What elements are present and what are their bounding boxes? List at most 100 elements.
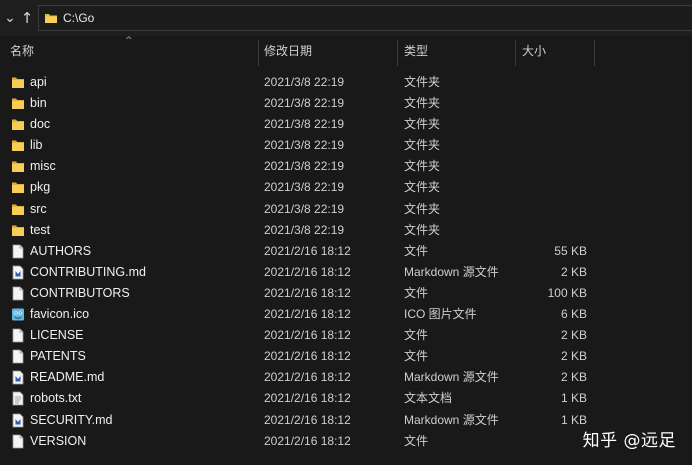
watermark: 知乎 @远足 [582, 431, 676, 451]
file-modified-date: 2021/3/8 22:19 [264, 96, 345, 111]
file-size: 6 KB [560, 307, 587, 322]
file-type: Markdown 源文件 [404, 370, 499, 385]
file-name: robots.txt [30, 391, 82, 406]
file-type: 文件 [404, 243, 429, 258]
folder-icon [11, 96, 25, 111]
file-explorer-window: ⌄ ↑ C:\Go ^ 名称 修改日期 类型 大小 api 2021/3/8 22… [0, 0, 692, 465]
file-type: 文件夹 [404, 222, 441, 237]
file-type: 文件夹 [404, 117, 441, 132]
folder-icon [11, 202, 25, 217]
address-path: C:\Go [63, 11, 95, 25]
file-size: 100 KB [547, 285, 587, 300]
file-size: 55 KB [554, 243, 587, 258]
column-date-header[interactable]: 修改日期 [256, 36, 396, 66]
file-type: 文件夹 [404, 180, 441, 195]
file-modified-date: 2021/2/16 18:12 [264, 412, 351, 427]
file-type: Markdown 源文件 [404, 264, 499, 279]
file-row[interactable]: api 2021/3/8 22:19 文件夹 [0, 72, 692, 93]
file-row[interactable]: PATENTS 2021/2/16 18:12 文件 2 KB [0, 346, 692, 367]
column-size-header[interactable]: 大小 [514, 36, 594, 66]
file-type: 文件夹 [404, 96, 441, 111]
folder-icon [11, 180, 25, 195]
file-row[interactable]: CONTRIBUTORS 2021/2/16 18:12 文件 100 KB [0, 283, 692, 304]
file-row[interactable]: pkg 2021/3/8 22:19 文件夹 [0, 177, 692, 198]
markdown-file-icon [11, 413, 25, 428]
markdown-file-icon [11, 265, 25, 280]
file-type: 文件夹 [404, 75, 441, 89]
file-name: LICENSE [30, 328, 84, 343]
file-row[interactable]: robots.txt 2021/2/16 18:12 文本文档 1 KB [0, 388, 692, 409]
file-row[interactable]: CONTRIBUTING.md 2021/2/16 18:12 Markdown 源… [0, 262, 692, 283]
file-size: 1 KB [560, 391, 587, 406]
file-type: 文件夹 [404, 201, 441, 216]
file-type: 文件 [404, 349, 429, 364]
file-name: README.md [30, 370, 105, 385]
file-modified-date: 2021/2/16 18:12 [264, 391, 351, 406]
file-type: 文本文档 [404, 391, 453, 406]
file-modified-date: 2021/3/8 22:19 [264, 222, 345, 237]
file-name: pkg [30, 180, 51, 195]
file-modified-date: 2021/2/16 18:12 [264, 370, 351, 385]
file-icon [11, 328, 25, 343]
file-row[interactable]: test 2021/3/8 22:19 文件夹 [0, 220, 692, 241]
file-name: src [30, 201, 47, 216]
folder-icon [11, 138, 25, 153]
file-modified-date: 2021/3/8 22:19 [264, 180, 345, 195]
file-list: api 2021/3/8 22:19 文件夹 bin 2021/3/8 22:19 文件夹… [0, 72, 692, 452]
file-name: lib [30, 138, 43, 153]
file-name: test [30, 222, 51, 237]
toolbar: ⌄ ↑ C:\Go [0, 0, 692, 36]
file-modified-date: 2021/2/16 18:12 [264, 328, 351, 343]
file-modified-date: 2021/2/16 18:12 [264, 349, 351, 364]
folder-icon [11, 75, 25, 90]
file-size: 2 KB [560, 349, 587, 364]
file-row[interactable]: README.md 2021/2/16 18:12 Markdown 源文件 2 KB [0, 367, 692, 388]
file-name: SECURITY.md [30, 412, 113, 427]
file-type: 文件夹 [404, 138, 441, 153]
file-modified-date: 2021/2/16 18:12 [264, 285, 351, 300]
folder-icon [11, 223, 25, 238]
file-row[interactable]: LICENSE 2021/2/16 18:12 文件 2 KB [0, 325, 692, 346]
file-modified-date: 2021/3/8 22:19 [264, 201, 345, 216]
column-name-header[interactable]: 名称 [2, 36, 258, 66]
file-type: 文件 [404, 433, 429, 448]
file-row[interactable]: doc 2021/3/8 22:19 文件夹 [0, 114, 692, 135]
file-icon [11, 244, 25, 259]
folder-icon [45, 14, 57, 23]
folder-icon [11, 159, 25, 174]
file-type: 文件 [404, 328, 429, 343]
file-name: api [30, 75, 47, 89]
recent-locations-chevron-icon[interactable]: ⌄ [2, 8, 18, 28]
file-name: AUTHORS [30, 243, 92, 258]
file-type: 文件夹 [404, 159, 441, 174]
file-size: 2 KB [560, 370, 587, 385]
file-row[interactable]: bin 2021/3/8 22:19 文件夹 [0, 93, 692, 114]
image-file-icon [11, 307, 25, 322]
folder-icon [11, 117, 25, 132]
file-modified-date: 2021/2/16 18:12 [264, 264, 351, 279]
file-name: doc [30, 117, 51, 132]
file-name: VERSION [30, 433, 87, 448]
file-modified-date: 2021/3/8 22:19 [264, 159, 345, 174]
up-arrow-icon[interactable]: ↑ [19, 8, 35, 28]
file-name: favicon.ico [30, 307, 90, 322]
file-icon [11, 286, 25, 301]
file-name: CONTRIBUTORS [30, 285, 130, 300]
file-row[interactable]: AUTHORS 2021/2/16 18:12 文件 55 KB [0, 241, 692, 262]
markdown-file-icon [11, 370, 25, 385]
file-type: ICO 图片文件 [404, 307, 477, 322]
column-header: ^ 名称 修改日期 类型 大小 [0, 36, 692, 66]
file-type: 文件 [404, 285, 429, 300]
file-modified-date: 2021/3/8 22:19 [264, 138, 345, 153]
file-name: misc [30, 159, 56, 174]
address-bar[interactable]: C:\Go [38, 5, 692, 31]
file-name: CONTRIBUTING.md [30, 264, 146, 279]
file-row[interactable]: src 2021/3/8 22:19 文件夹 [0, 199, 692, 220]
file-row[interactable]: favicon.ico 2021/2/16 18:12 ICO 图片文件 6 KB [0, 304, 692, 325]
file-row[interactable]: lib 2021/3/8 22:19 文件夹 [0, 135, 692, 156]
file-icon [11, 349, 25, 364]
column-divider[interactable] [594, 40, 595, 66]
file-row[interactable]: misc 2021/3/8 22:19 文件夹 [0, 156, 692, 177]
text-file-icon [11, 391, 25, 406]
column-type-header[interactable]: 类型 [396, 36, 514, 66]
